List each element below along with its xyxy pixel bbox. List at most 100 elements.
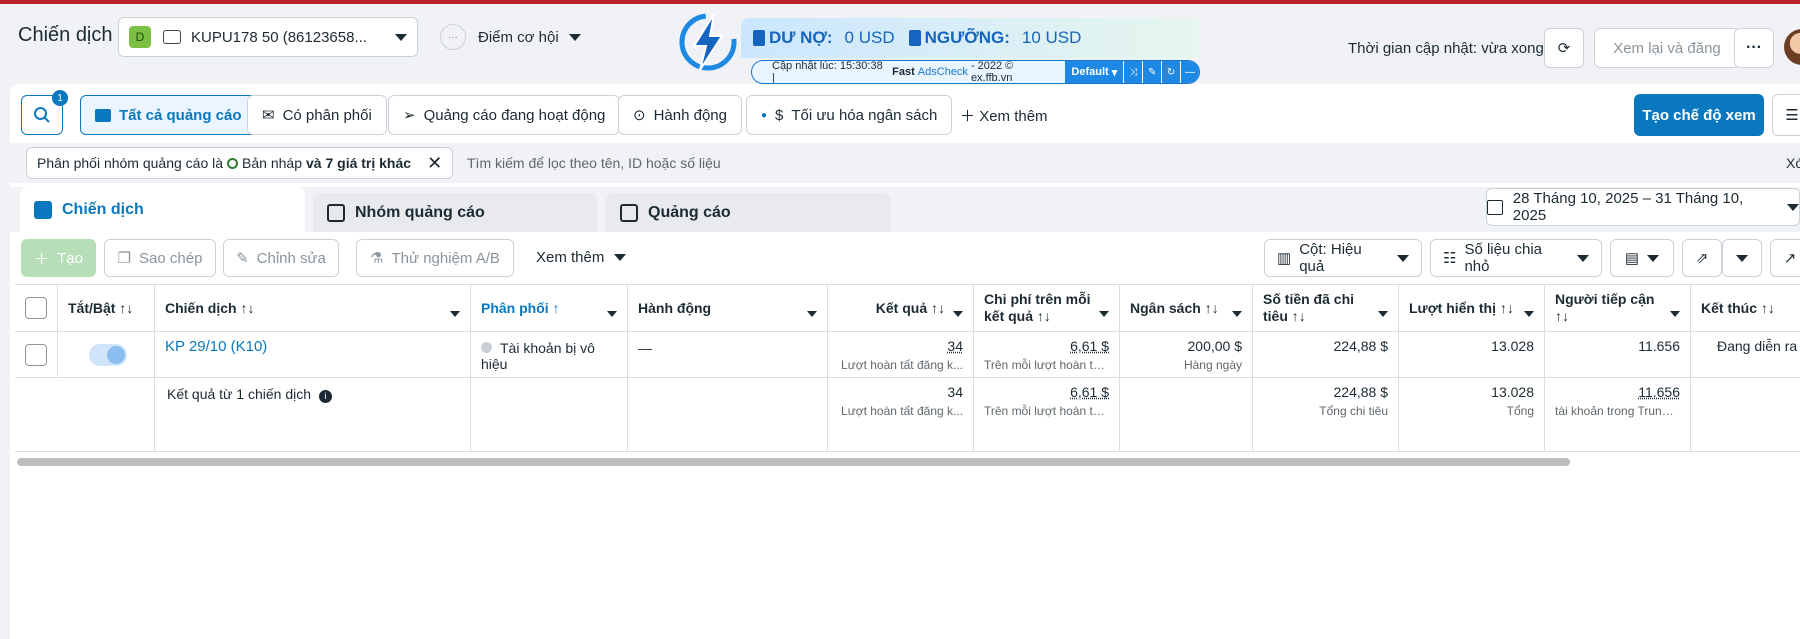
ad-account-icon [163,30,181,44]
duplicate-button[interactable]: ❐ Sao chép [104,239,216,277]
date-range-label: 28 Tháng 10, 2025 – 31 Tháng 10, 2025 [1513,190,1777,224]
budget-cell[interactable]: 200,00 $ Hàng ngày [1120,332,1253,377]
date-range-picker[interactable]: 28 Tháng 10, 2025 – 31 Tháng 10, 2025 [1486,188,1800,226]
chip-delivering[interactable]: ✉ Có phân phối [247,95,387,135]
more-options-button[interactable]: ··· [1734,28,1774,68]
review-publish-button[interactable]: Xem lại và đăng [1594,28,1740,68]
active-filter-row: Phân phối nhóm quảng cáo là Bản nháp và … [10,143,1800,183]
account-badge: D [129,26,151,48]
col-action[interactable]: Hành động [628,285,828,331]
campaign-toggle[interactable] [89,344,127,366]
document-icon [753,30,765,46]
col-label: Hành động [638,300,711,317]
col-impressions[interactable]: Lượt hiển thị ↑↓ [1399,285,1545,331]
action-cell: — [628,332,828,377]
active-filter-chip[interactable]: Phân phối nhóm quảng cáo là Bản nháp và … [26,147,453,179]
toolbar-more-dropdown[interactable]: Xem thêm [536,249,626,266]
close-icon[interactable]: ✕ [427,153,442,174]
summary-spent-cell: 224,88 $ Tổng chi tiêu [1253,378,1399,451]
duplicate-label: Sao chép [139,250,202,267]
ad-window-icon [620,204,638,222]
summary-cost: 6,61 $ [984,384,1109,400]
opportunity-score-selector[interactable]: ··· Điểm cơ hội [440,24,581,50]
summary-blank [15,378,155,451]
col-results[interactable]: Kết quả ↑↓ [828,285,974,331]
col-amount-spent[interactable]: Số tiền đã chi tiêu ↑↓ [1253,285,1399,331]
charts-button[interactable]: ↗ [1770,239,1800,277]
opportunity-score-icon: ··· [440,24,466,50]
extension-adscheck-label: AdsCheck [918,66,968,78]
view-settings-button[interactable]: ☰ [1772,94,1800,136]
row-checkbox[interactable] [25,344,47,366]
chevron-down-icon [1378,311,1388,317]
plus-icon: ＋ [34,248,49,269]
col-reach[interactable]: Người tiếp cận ↑↓ [1545,285,1691,331]
summary-row: Kết quả từ 1 chiến dịch i 34 Lượt hoàn tấ… [15,378,1800,452]
dollar-circle-icon: $ [775,107,783,124]
page-title: Chiến dịch [18,24,113,47]
account-selector[interactable]: D KUPU178 50 (86123658... [118,17,418,57]
col-campaign[interactable]: Chiến dịch ↑↓ [155,285,471,331]
reports-dropdown[interactable]: ▤ [1610,239,1674,277]
ends-cell: Đang diễn ra [1691,332,1800,377]
chip-actions[interactable]: ⊙ Hành động [618,95,742,135]
update-time-text: Thời gian cập nhật: vừa xong [1348,40,1544,57]
tab-campaigns[interactable]: Chiến dịch [20,187,305,232]
clear-filters-link[interactable]: Xóa [1786,155,1800,171]
chip-all-ads[interactable]: Tất cả quảng cáo [80,95,257,135]
edit-icon[interactable]: ✎ [1142,61,1161,83]
chevron-down-icon [395,34,407,41]
create-view-button[interactable]: Tạo chế độ xem [1634,94,1764,136]
table-row[interactable]: KP 29/10 (K10) Tài khoản bị vô hiệu — 34… [15,332,1800,378]
impressions-value: 13.028 [1409,338,1534,354]
extension-mode-select[interactable]: Default ▾ [1065,60,1123,84]
more-filters-link[interactable]: ＋ Xem thêm [960,105,1048,126]
extension-updated-time: Cập nhật lúc: 15:30:38 | [772,60,888,84]
create-button[interactable]: ＋ Tạo [21,239,96,277]
col-label: Người tiếp cận ↑↓ [1555,291,1662,325]
export-button[interactable]: ⇗ [1682,239,1722,277]
select-all-checkbox[interactable] [25,297,47,319]
tab-ad-sets[interactable]: Nhóm quảng cáo [313,193,598,232]
delivery-cell: Tài khoản bị vô hiệu [471,332,628,377]
results-sub: Lượt hoàn tất đăng k... [838,358,963,372]
toolbar-more-label: Xem thêm [536,249,604,266]
filter-search-input[interactable]: Tìm kiếm để lọc theo tên, ID hoặc số liệ… [467,155,721,171]
columns-dropdown[interactable]: ▥ Cột: Hiệu quả [1264,239,1422,277]
extension-balance-panel: DƯ NỢ: 0 USD NGƯỠNG: 10 USD [741,18,1200,58]
columns-label: Cột: Hiệu quả [1299,241,1389,275]
edit-button[interactable]: ✎ Chỉnh sửa [223,239,339,277]
opportunity-score-label: Điểm cơ hội [478,29,559,46]
export-options-button[interactable] [1722,239,1762,277]
chart-icon: ↗ [1784,249,1797,267]
campaign-name-link[interactable]: KP 29/10 (K10) [155,332,471,377]
summary-cost-cell: 6,61 $ Trên mỗi lượt hoàn tấ... [974,378,1120,451]
refresh-icon[interactable]: ↻ [1161,61,1180,83]
col-toggle[interactable]: Tắt/Bật ↑↓ [58,285,155,331]
shuffle-icon[interactable]: ⤨ [1123,61,1142,83]
chevron-down-icon [1670,311,1680,317]
minimize-icon[interactable]: — [1180,61,1199,83]
refresh-button[interactable]: ⟳ [1544,28,1584,68]
col-budget[interactable]: Ngân sách ↑↓ [1120,285,1253,331]
col-label: Chiến dịch ↑↓ [165,300,254,317]
summary-results-cell: 34 Lượt hoàn tất đăng k... [828,378,974,451]
avatar[interactable] [1784,29,1800,65]
toggle-cell [58,332,155,377]
summary-spent: 224,88 $ [1263,384,1388,400]
extension-fast-label: Fast [892,66,915,78]
col-cost-per-result[interactable]: Chi phí trên mỗi kết quả ↑↓ [974,285,1120,331]
horizontal-scrollbar[interactable] [17,458,1570,466]
send-icon: ➢ [403,106,416,124]
tab-ads[interactable]: Quảng cáo [606,193,891,232]
cost-sub: Trên mỗi lượt hoàn tấ... [984,358,1109,372]
col-delivery[interactable]: Phân phối ↑ [471,285,628,331]
chip-budget-optimization[interactable]: ● $ Tối ưu hóa ngân sách [746,95,952,135]
ab-test-button[interactable]: ⚗ Thử nghiệm A/B [356,239,514,277]
breakdown-dropdown[interactable]: ☷ Số liệu chia nhỏ [1430,239,1602,277]
search-button[interactable]: 1 [21,95,63,135]
summary-blank [1120,378,1253,451]
info-icon[interactable]: i [319,390,332,403]
col-ends[interactable]: Kết thúc ↑↓ [1691,285,1800,331]
chip-active-ads[interactable]: ➢ Quảng cáo đang hoạt động [388,95,620,135]
